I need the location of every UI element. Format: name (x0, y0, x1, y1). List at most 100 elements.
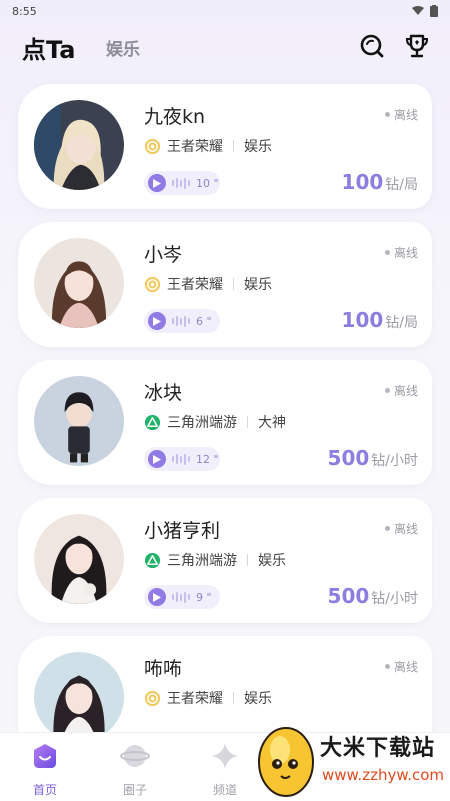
status-dot (384, 664, 390, 669)
status-text: 离线 (393, 660, 418, 674)
tag-divider (247, 554, 248, 566)
status-text: 离线 (393, 108, 418, 122)
delta-force-icon (144, 552, 161, 568)
price-unit: 钻/局 (385, 177, 418, 193)
category-tag: 娱乐 (244, 139, 272, 155)
honor-of-kings-icon (144, 690, 161, 706)
game-name: 王者荣耀 (167, 691, 223, 707)
waveform-icon (172, 453, 190, 465)
companion-name: 小猪亨利 (144, 520, 221, 542)
companion-card[interactable]: 小猪亨利 离线 三角洲端游 娱乐 9 " 500 钻/小时 (18, 498, 432, 623)
price-value: 100 (341, 308, 384, 332)
game-tags: 王者荣耀 娱乐 (144, 688, 272, 708)
tag-divider (233, 692, 234, 704)
tab-dianta[interactable]: 点Ta (22, 30, 75, 65)
companion-name: 九夜kn (144, 106, 206, 128)
voice-intro-button[interactable]: 12 " (144, 447, 220, 471)
price: 500 钻/小时 (328, 446, 418, 470)
play-icon (148, 312, 166, 330)
price-value: 100 (341, 170, 384, 194)
tab-entertainment[interactable]: 娱乐 (106, 35, 140, 60)
game-name: 王者荣耀 (167, 139, 223, 155)
online-status: 离线 (384, 106, 418, 123)
sparkle-icon (212, 743, 238, 769)
status-text: 离线 (393, 522, 418, 536)
honor-of-kings-icon (144, 138, 161, 154)
price-value: 500 (327, 584, 370, 608)
price: 100 钻/局 (342, 308, 418, 332)
voice-intro-button[interactable]: 10 " (144, 171, 220, 195)
category-tag: 娱乐 (244, 277, 272, 293)
companion-card[interactable]: 冰块 离线 三角洲端游 大神 12 " 500 钻/小时 (18, 360, 432, 485)
play-icon (148, 450, 166, 468)
planet-icon (120, 745, 150, 767)
watermark-title: 大米下载站 (320, 736, 436, 761)
watermark-url: www.zzhyw.com (322, 766, 445, 784)
tab-label: 首页 (32, 783, 57, 797)
waveform-icon (172, 315, 190, 327)
tab-circle[interactable]: 圈子 (100, 741, 170, 798)
online-status: 离线 (384, 244, 418, 261)
honor-of-kings-icon (144, 276, 161, 292)
voice-duration: 12 " (196, 452, 219, 466)
voice-duration: 6 " (196, 314, 212, 328)
waveform-icon (172, 591, 190, 603)
companion-name: 小岑 (144, 244, 183, 266)
avatar-image (34, 100, 124, 190)
status-dot (384, 112, 390, 117)
avatar-image (34, 376, 124, 466)
home-icon (34, 744, 56, 768)
avatar-image (34, 238, 124, 328)
battery-icon (430, 5, 438, 17)
price-unit: 钻/小时 (371, 591, 418, 607)
companion-name: 咘咘 (144, 658, 183, 680)
game-tags: 三角洲端游 大神 (144, 412, 286, 432)
avatar (30, 372, 128, 470)
price: 500 钻/小时 (328, 584, 418, 608)
price: 100 钻/局 (342, 170, 418, 194)
game-name: 三角洲端游 (167, 415, 237, 431)
wifi-icon (412, 6, 424, 15)
status-dot (384, 388, 390, 393)
voice-intro-button[interactable]: 9 " (144, 585, 220, 609)
avatar (30, 234, 128, 332)
status-text: 离线 (393, 246, 418, 260)
voice-intro-button[interactable]: 6 " (144, 309, 220, 333)
companion-name: 冰块 (144, 382, 183, 404)
status-time: 8:55 (12, 4, 37, 18)
price-value: 500 (327, 446, 370, 470)
online-status: 离线 (384, 658, 418, 675)
tag-divider (233, 140, 234, 152)
price-unit: 钻/局 (385, 315, 418, 331)
companion-card[interactable]: 小岑 离线 王者荣耀 娱乐 6 " 100 钻/局 (18, 222, 432, 347)
game-tags: 三角洲端游 娱乐 (144, 550, 286, 570)
status-text: 离线 (393, 384, 418, 398)
delta-force-icon (144, 414, 161, 430)
avatar-image (34, 652, 124, 742)
game-tags: 王者荣耀 娱乐 (144, 274, 272, 294)
watermark: 大米下载站 www.zzhyw.com (250, 720, 450, 800)
avatar (30, 510, 128, 608)
trophy-icon[interactable] (403, 32, 431, 60)
play-icon (148, 174, 166, 192)
waveform-icon (172, 177, 190, 189)
avatar (30, 96, 128, 194)
game-name: 三角洲端游 (167, 553, 237, 569)
status-dot (384, 250, 390, 255)
voice-duration: 10 " (196, 176, 219, 190)
status-icons (412, 5, 438, 17)
companion-card[interactable]: 九夜kn 离线 王者荣耀 娱乐 10 " 100 钻/局 (18, 84, 432, 209)
category-tag: 大神 (258, 415, 286, 431)
tag-divider (233, 278, 234, 290)
status-dot (384, 526, 390, 531)
voice-duration: 9 " (196, 590, 212, 604)
category-tag: 娱乐 (244, 691, 272, 707)
price-unit: 钻/小时 (371, 453, 418, 469)
category-tag: 娱乐 (258, 553, 286, 569)
header: 点Ta 娱乐 (0, 26, 450, 66)
tab-home[interactable]: 首页 (10, 741, 80, 798)
search-icon[interactable] (358, 32, 386, 60)
game-tags: 王者荣耀 娱乐 (144, 136, 272, 156)
status-bar: 8:55 (0, 0, 450, 22)
tag-divider (247, 416, 248, 428)
